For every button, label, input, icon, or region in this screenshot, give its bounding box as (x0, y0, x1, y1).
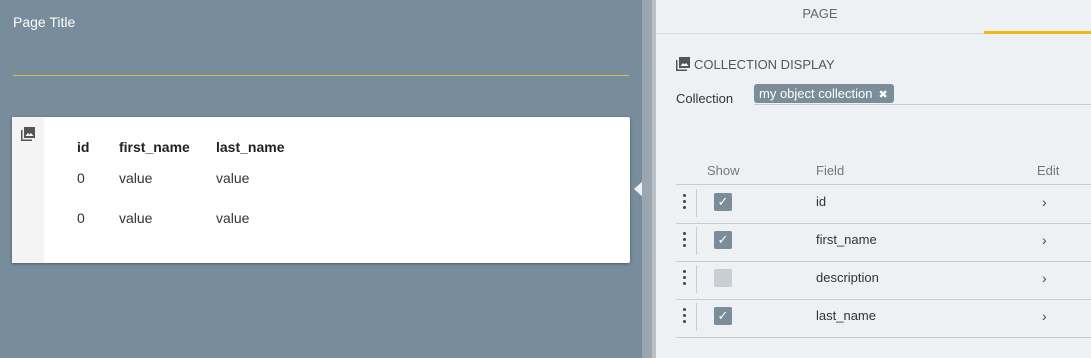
column-header-field: Field (816, 163, 845, 178)
chevron-right-icon[interactable]: › (1042, 232, 1047, 248)
table-cell: value (119, 170, 153, 186)
column-header: id (77, 139, 90, 155)
row-separator (696, 189, 697, 217)
field-row-first-name: ✓ first_name › (676, 223, 1091, 262)
drag-handle-icon[interactable] (683, 270, 687, 288)
drag-handle-icon[interactable] (683, 194, 687, 212)
chevron-right-icon[interactable]: › (1042, 194, 1047, 210)
row-separator (696, 303, 697, 331)
show-checkbox[interactable]: ✓ (714, 307, 732, 325)
field-name: description (816, 270, 879, 285)
table-cell: value (119, 210, 153, 226)
show-checkbox[interactable]: ✓ (714, 231, 732, 249)
row-separator (696, 265, 697, 293)
page-title[interactable]: Page Title (13, 14, 75, 30)
collection-display-card[interactable]: id first_name last_name 0 value value 0 … (12, 117, 630, 263)
drag-handle-icon[interactable] (683, 232, 687, 250)
table-cell: value (216, 170, 250, 186)
section-header: COLLECTION DISPLAY (676, 57, 835, 72)
field-row-last-name: ✓ last_name › (676, 299, 1091, 338)
field-row-id: ✓ id › (676, 185, 1091, 224)
field-name: id (816, 194, 827, 209)
title-underline (13, 75, 629, 76)
close-icon[interactable]: ✖ (878, 86, 887, 105)
section-title: COLLECTION DISPLAY (694, 57, 835, 72)
collection-label: Collection (676, 91, 734, 106)
page-canvas: Page Title id first_name last_name 0 val… (0, 0, 642, 358)
column-header: last_name (216, 139, 285, 155)
field-name: last_name (816, 308, 876, 323)
panel-tabbar: PAGE (656, 0, 1091, 34)
field-row-description: description › (676, 261, 1091, 300)
table-cell: value (216, 210, 250, 226)
field-name: first_name (816, 232, 877, 247)
collection-image-icon (21, 127, 35, 141)
properties-panel: PAGE COLLECTION DISPLAY Collection my ob… (656, 0, 1091, 358)
show-checkbox[interactable] (714, 269, 732, 287)
chevron-right-icon[interactable]: › (1042, 308, 1047, 324)
show-checkbox[interactable]: ✓ (714, 193, 732, 211)
collection-input-underline[interactable] (754, 104, 1091, 105)
tab-active-indicator[interactable] (984, 31, 1091, 34)
column-header: first_name (119, 139, 190, 155)
chevron-right-icon[interactable]: › (1042, 270, 1047, 286)
collection-chip-label: my object collection (759, 86, 873, 101)
table-cell: 0 (77, 210, 85, 226)
tab-page[interactable]: PAGE (656, 6, 984, 21)
column-header-show: Show (707, 163, 740, 178)
drag-handle-icon[interactable] (683, 308, 687, 326)
card-gutter (12, 117, 44, 263)
row-separator (696, 227, 697, 255)
collection-image-icon (676, 57, 690, 71)
collection-chip[interactable]: my object collection ✖ (754, 84, 894, 103)
table-cell: 0 (77, 170, 85, 186)
column-header-edit: Edit (1037, 163, 1060, 178)
